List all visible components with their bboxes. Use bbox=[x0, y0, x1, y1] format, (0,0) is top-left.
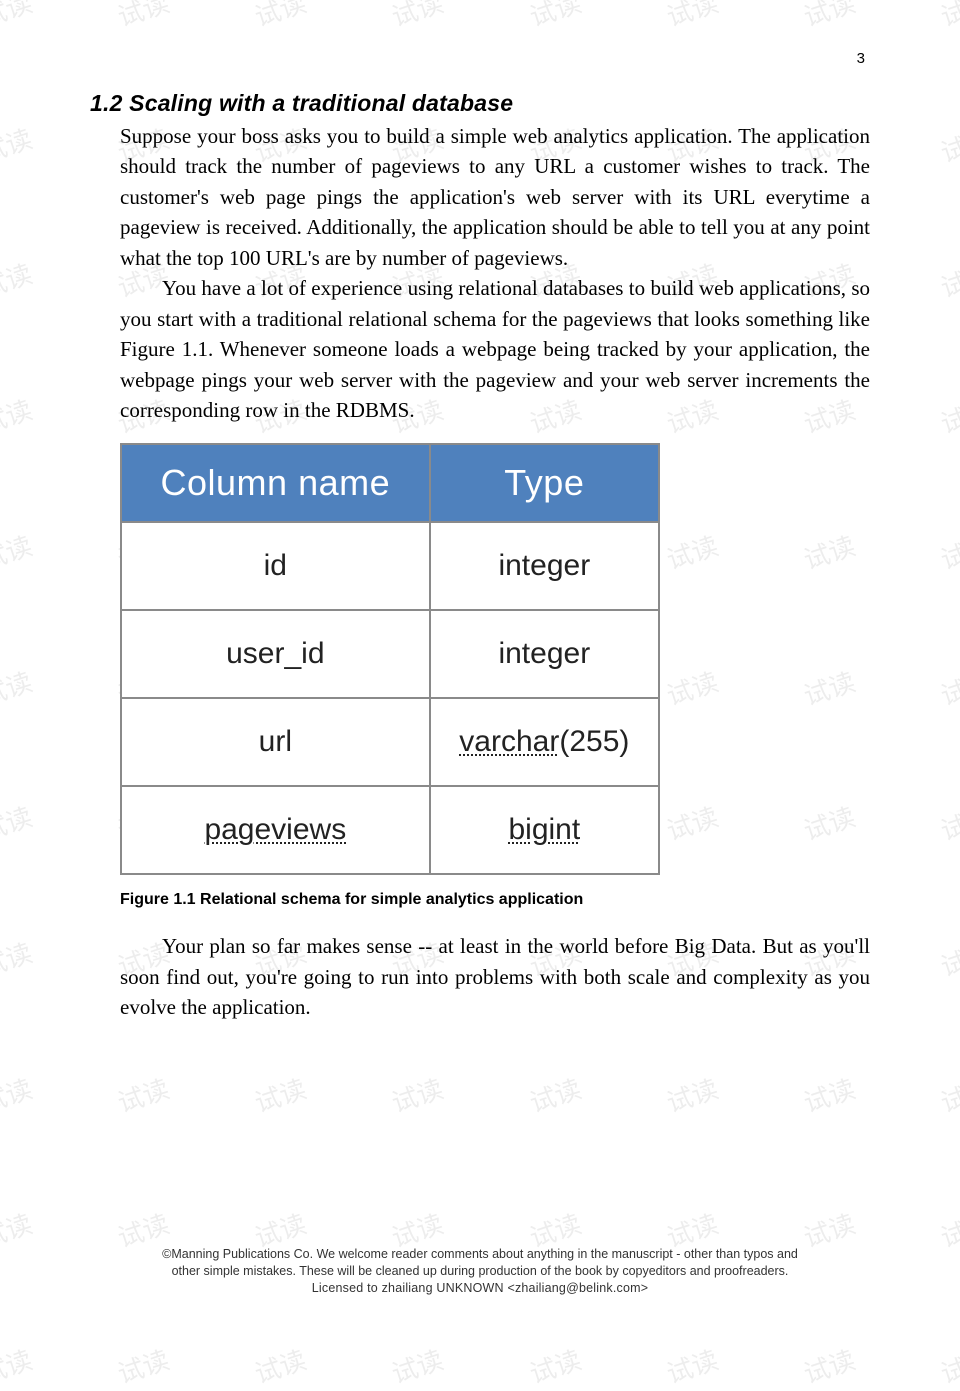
watermark-text: 试读 bbox=[661, 1068, 722, 1119]
watermark-text: 试读 bbox=[798, 1340, 859, 1391]
table-row: user_id integer bbox=[121, 610, 659, 698]
watermark-text: 试读 bbox=[936, 1068, 960, 1119]
watermark-text: 试读 bbox=[798, 1068, 859, 1119]
footer-line-1: ©Manning Publications Co. We welcome rea… bbox=[0, 1246, 960, 1263]
paragraph-1: Suppose your boss asks you to build a si… bbox=[120, 121, 870, 273]
schema-table: Column name Type id integer user_id inte… bbox=[120, 443, 660, 875]
watermark-text: 试读 bbox=[0, 1340, 36, 1391]
cell-type: integer bbox=[430, 522, 659, 610]
paragraph-2: You have a lot of experience using relat… bbox=[120, 273, 870, 425]
table-row: id integer bbox=[121, 522, 659, 610]
watermark-text: 试读 bbox=[387, 1340, 448, 1391]
cell-type: bigint bbox=[430, 786, 659, 874]
cell-name: url bbox=[121, 698, 430, 786]
watermark-text: 试读 bbox=[387, 1068, 448, 1119]
page-footer: ©Manning Publications Co. We welcome rea… bbox=[0, 1246, 960, 1297]
watermark-text: 试读 bbox=[661, 1340, 722, 1391]
cell-type: varchar(255) bbox=[430, 698, 659, 786]
watermark-text: 试读 bbox=[250, 1340, 311, 1391]
watermark-text: 试读 bbox=[0, 1068, 36, 1119]
table-row: url varchar(255) bbox=[121, 698, 659, 786]
header-type: Type bbox=[430, 444, 659, 522]
page-number: 3 bbox=[857, 50, 865, 67]
footer-line-2: other simple mistakes. These will be cle… bbox=[0, 1263, 960, 1280]
figure-1-1: Column name Type id integer user_id inte… bbox=[120, 443, 870, 875]
cell-name: id bbox=[121, 522, 430, 610]
table-row: pageviews bigint bbox=[121, 786, 659, 874]
figure-caption: Figure 1.1 Relational schema for simple … bbox=[120, 891, 870, 909]
page-content: 3 1.2 Scaling with a traditional databas… bbox=[0, 0, 960, 1023]
section-heading: 1.2 Scaling with a traditional database bbox=[90, 90, 870, 117]
footer-line-3: Licensed to zhailiang UNKNOWN <zhailiang… bbox=[0, 1280, 960, 1297]
header-column-name: Column name bbox=[121, 444, 430, 522]
watermark-text: 试读 bbox=[524, 1340, 585, 1391]
watermark-text: 试读 bbox=[113, 1068, 174, 1119]
table-header-row: Column name Type bbox=[121, 444, 659, 522]
cell-name: user_id bbox=[121, 610, 430, 698]
cell-name: pageviews bbox=[121, 786, 430, 874]
watermark-text: 试读 bbox=[524, 1068, 585, 1119]
watermark-text: 试读 bbox=[113, 1340, 174, 1391]
paragraph-3: Your plan so far makes sense -- at least… bbox=[120, 931, 870, 1022]
watermark-text: 试读 bbox=[936, 1340, 960, 1391]
watermark-text: 试读 bbox=[250, 1068, 311, 1119]
cell-type: integer bbox=[430, 610, 659, 698]
